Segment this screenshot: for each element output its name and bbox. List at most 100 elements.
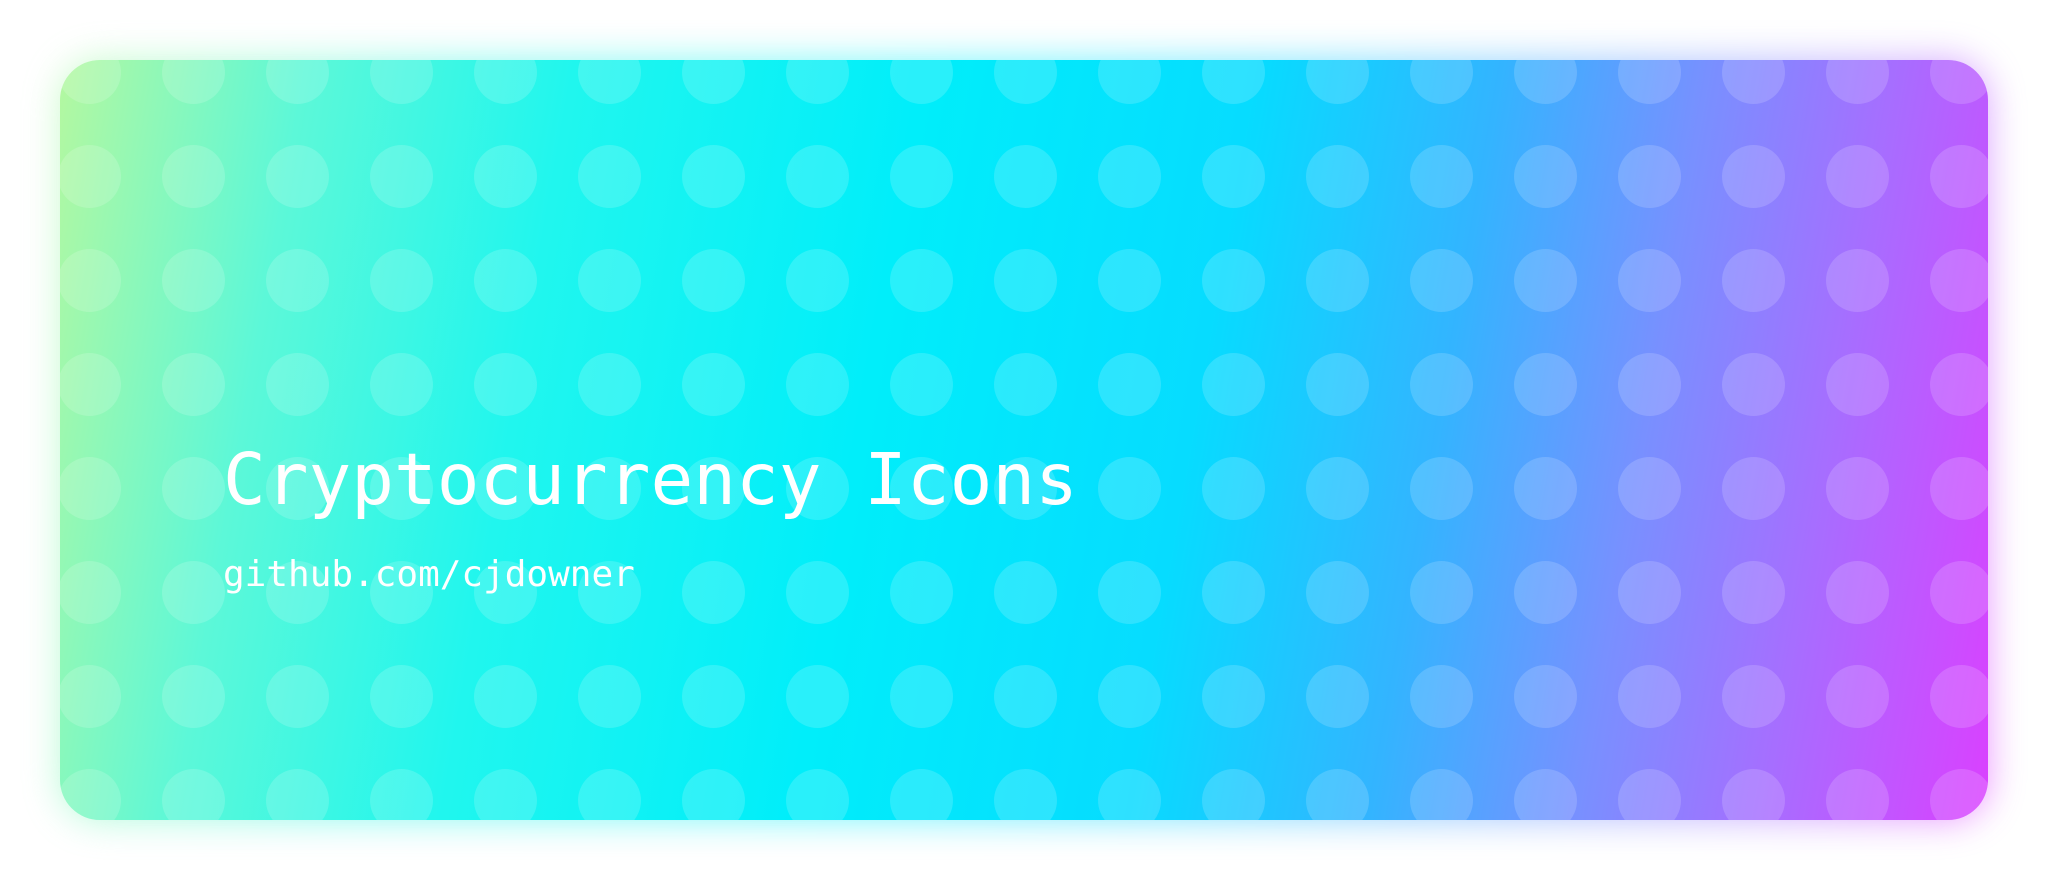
coin-icon — [266, 769, 329, 820]
coin-icon — [1618, 60, 1681, 104]
coin-icon — [1202, 145, 1265, 208]
coin-icon — [1930, 561, 1988, 624]
coin-icon — [1514, 60, 1577, 104]
coin-icon — [1410, 457, 1473, 520]
coin-icon — [1618, 457, 1681, 520]
coin-icon — [890, 353, 953, 416]
coin-icon — [474, 353, 537, 416]
coin-icon — [370, 665, 433, 728]
coin-icon — [266, 353, 329, 416]
coin-icon — [786, 665, 849, 728]
coin-icon — [474, 665, 537, 728]
coin-icon — [1618, 353, 1681, 416]
coin-icon — [1930, 60, 1988, 104]
coin-icon — [1618, 145, 1681, 208]
coin-icon — [60, 457, 121, 520]
coin-icon — [1410, 353, 1473, 416]
coin-icon — [1826, 353, 1889, 416]
coin-icon — [1722, 249, 1785, 312]
coin-icon — [1618, 665, 1681, 728]
banner-title: Cryptocurrency Icons — [223, 438, 1078, 521]
coin-icon — [162, 353, 225, 416]
coin-icon — [60, 60, 121, 104]
coin-icon — [578, 249, 641, 312]
coin-icon — [786, 60, 849, 104]
coin-icon — [1930, 145, 1988, 208]
coin-icon — [1722, 561, 1785, 624]
coin-icon — [1514, 249, 1577, 312]
coin-icon — [1098, 249, 1161, 312]
coin-icon — [266, 145, 329, 208]
coin-icon — [994, 561, 1057, 624]
coin-icon — [1306, 665, 1369, 728]
coin-icon — [1826, 249, 1889, 312]
coin-icon — [1098, 457, 1161, 520]
coin-icon — [266, 249, 329, 312]
coin-icon — [682, 561, 745, 624]
coin-icon — [786, 145, 849, 208]
coin-icon — [474, 249, 537, 312]
coin-icon — [1202, 60, 1265, 104]
coin-icon — [682, 353, 745, 416]
coin-icon — [994, 769, 1057, 820]
coin-icon — [266, 665, 329, 728]
coin-icon — [994, 353, 1057, 416]
coin-icon — [1514, 769, 1577, 820]
coin-icon — [890, 769, 953, 820]
coin-icon — [578, 60, 641, 104]
coin-icon — [1618, 249, 1681, 312]
coin-icon — [682, 249, 745, 312]
coin-icon — [994, 665, 1057, 728]
coin-icon — [1514, 561, 1577, 624]
coin-icon — [1826, 769, 1889, 820]
coin-icon — [890, 561, 953, 624]
coin-icon — [578, 665, 641, 728]
banner-card: Cryptocurrency Icons github.com/cjdowner — [60, 60, 1988, 820]
coin-icon — [370, 60, 433, 104]
coin-icon — [370, 353, 433, 416]
coin-icon — [1306, 249, 1369, 312]
banner-link[interactable]: github.com/cjdowner — [223, 554, 635, 595]
coin-icon — [1514, 145, 1577, 208]
coin-icon — [474, 769, 537, 820]
coin-icon — [1722, 145, 1785, 208]
coin-icon — [60, 561, 121, 624]
coin-icon — [162, 769, 225, 820]
coin-icon — [1930, 665, 1988, 728]
coin-icon — [786, 561, 849, 624]
coin-icon — [1098, 60, 1161, 104]
coin-icon — [60, 769, 121, 820]
coin-icon — [786, 769, 849, 820]
coin-icon — [1202, 561, 1265, 624]
coin-icon — [890, 249, 953, 312]
coin-icon — [60, 145, 121, 208]
coin-icon — [890, 60, 953, 104]
coin-icon — [1514, 665, 1577, 728]
coin-icon — [1722, 353, 1785, 416]
coin-icon — [1826, 561, 1889, 624]
coin-icon — [1306, 353, 1369, 416]
coin-icon — [370, 769, 433, 820]
coin-icon — [370, 145, 433, 208]
coin-icon — [682, 665, 745, 728]
coin-icon — [994, 249, 1057, 312]
coin-icon — [682, 145, 745, 208]
coin-icon — [266, 60, 329, 104]
coin-icon — [890, 145, 953, 208]
coin-icon — [474, 60, 537, 104]
coin-icon — [162, 457, 225, 520]
coin-icon — [60, 353, 121, 416]
coin-icon — [682, 769, 745, 820]
coin-icon — [1410, 145, 1473, 208]
coin-icon — [1930, 249, 1988, 312]
coin-icon — [786, 353, 849, 416]
coin-icon — [994, 60, 1057, 104]
coin-icon — [60, 665, 121, 728]
coin-icon — [1826, 665, 1889, 728]
coin-icon — [578, 145, 641, 208]
coin-icon — [1826, 60, 1889, 104]
coin-icon — [1930, 457, 1988, 520]
coin-icon — [1306, 60, 1369, 104]
coin-icon — [1098, 665, 1161, 728]
coin-icon — [1306, 561, 1369, 624]
